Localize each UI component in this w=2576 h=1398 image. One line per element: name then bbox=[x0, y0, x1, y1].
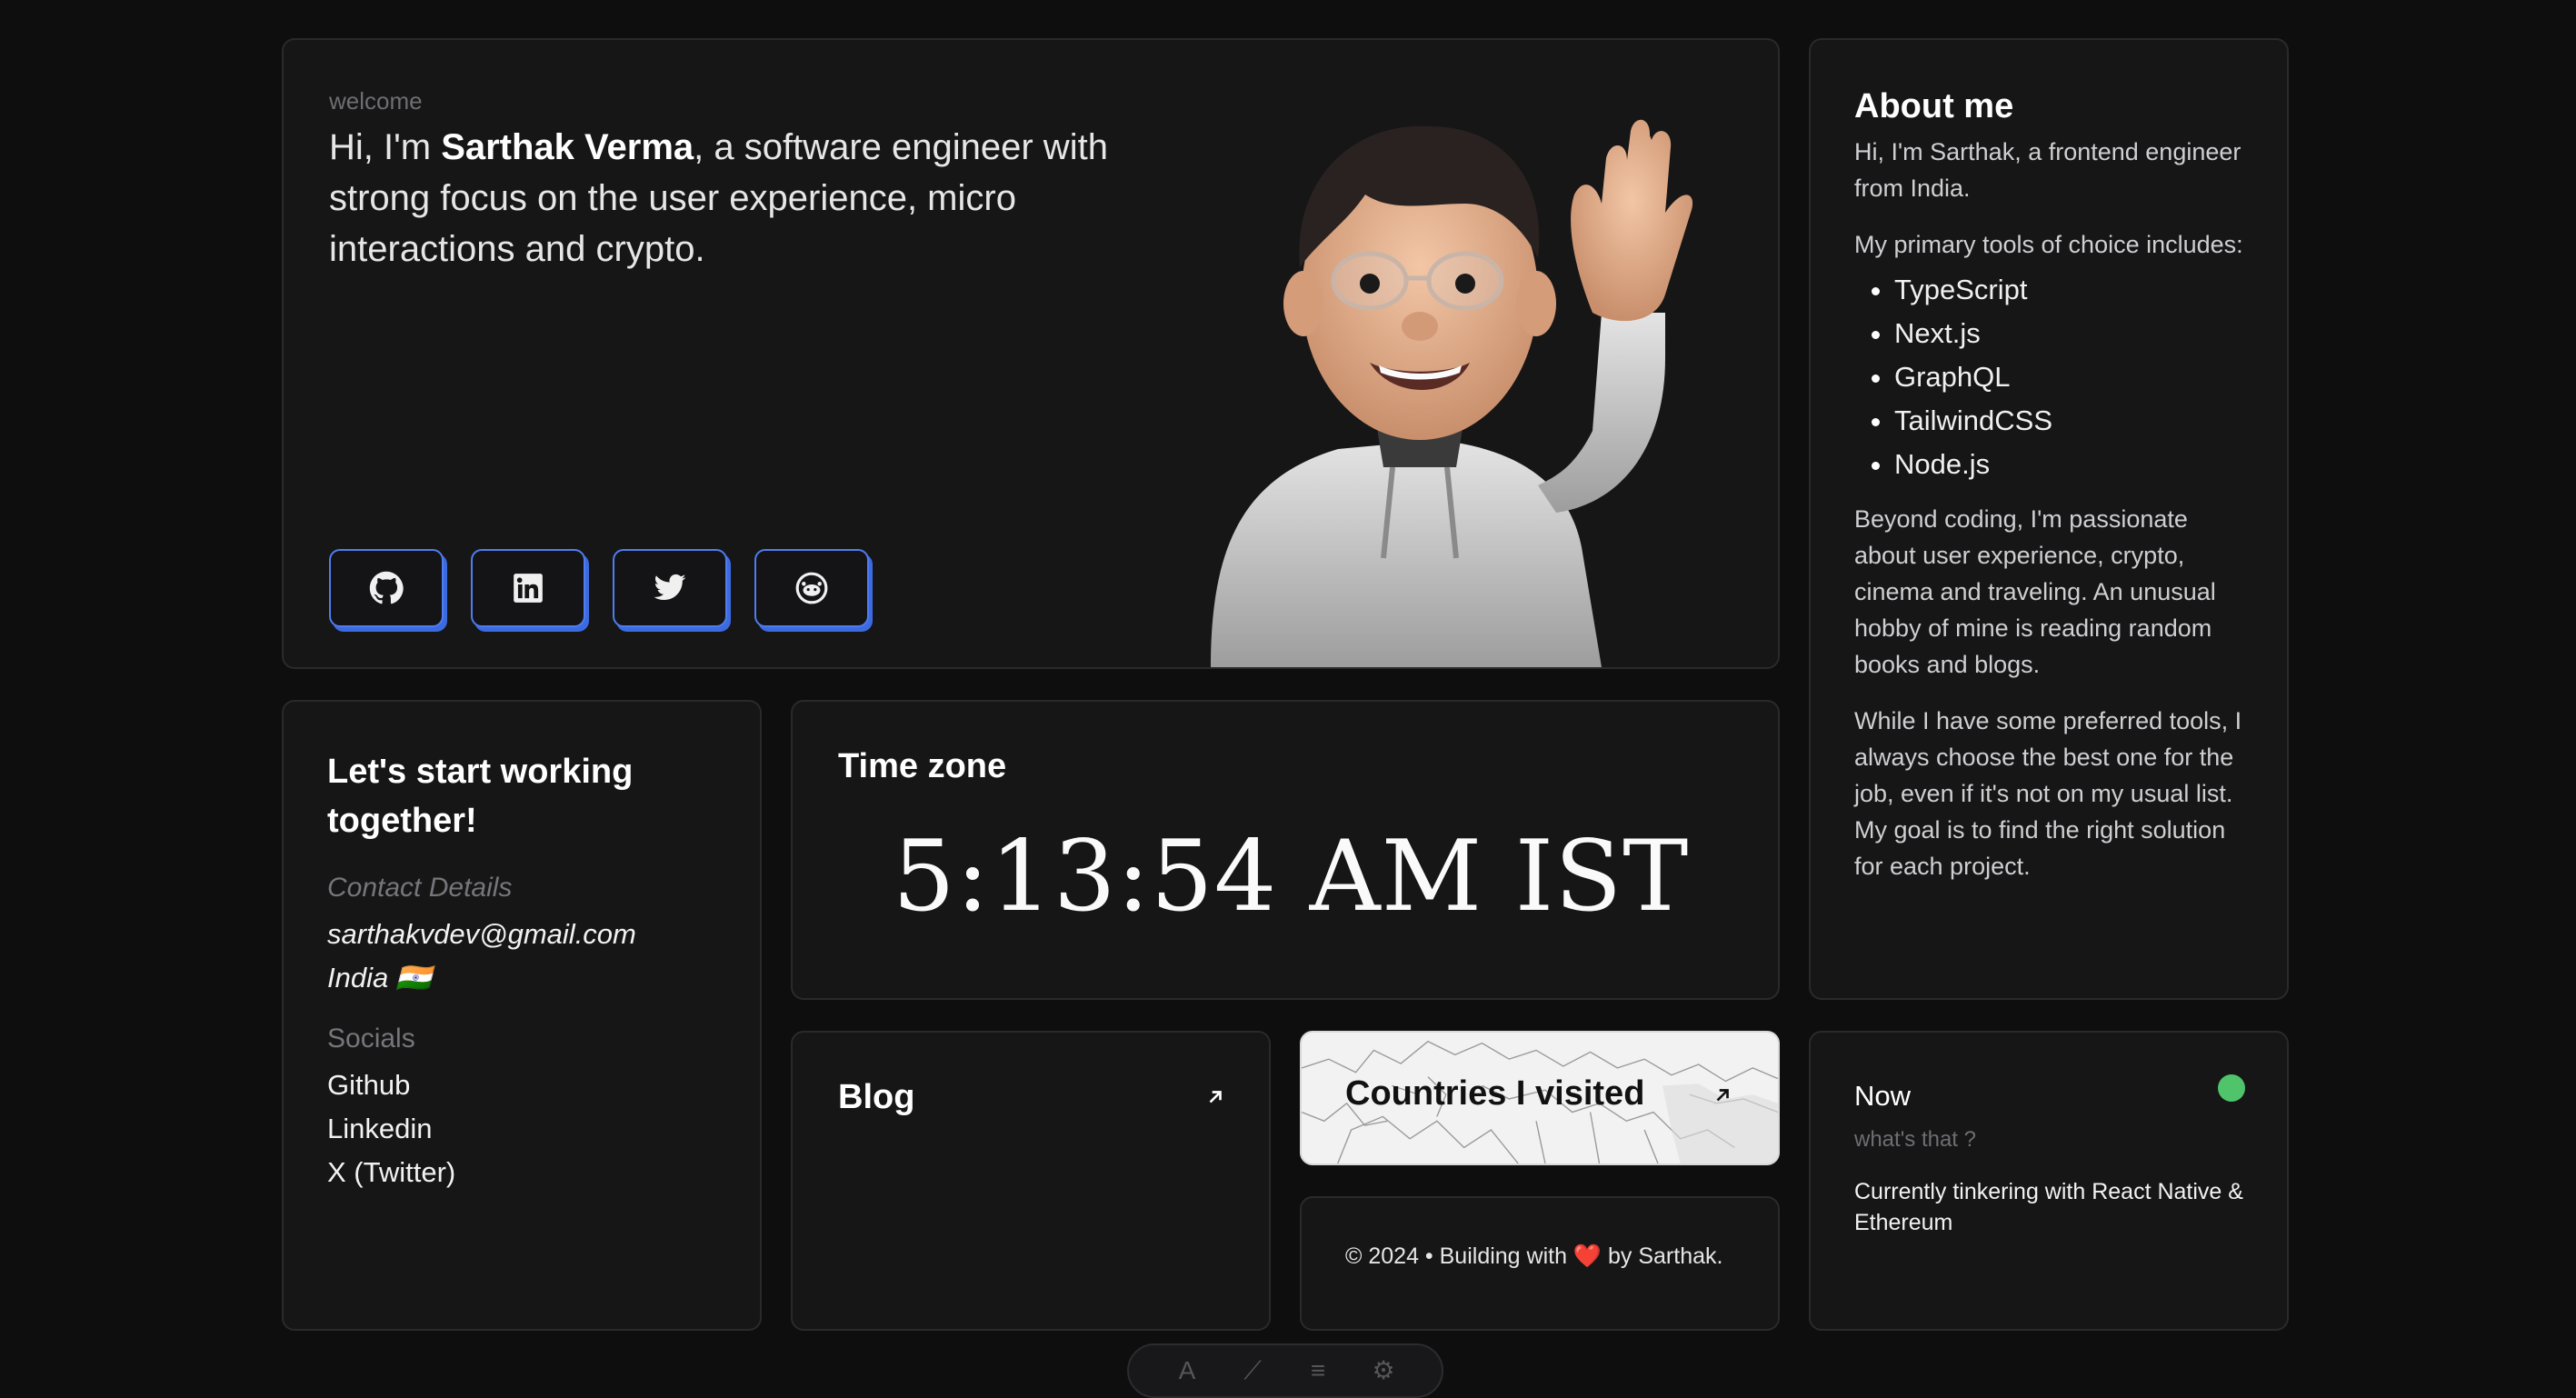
about-title: About me bbox=[1854, 87, 2014, 125]
socials-label: Socials bbox=[327, 1024, 415, 1053]
welcome-label: welcome bbox=[329, 87, 423, 115]
country-text: India 🇮🇳 bbox=[327, 962, 432, 994]
list-item: TypeScript bbox=[1894, 268, 2243, 312]
linkedin-button[interactable] bbox=[471, 549, 585, 627]
now-title: Now bbox=[1854, 1080, 1912, 1112]
about-paragraph: While I have some preferred tools, I alw… bbox=[1854, 707, 2242, 880]
footer-text: © 2024 • Building with ❤️ by Sarthak. bbox=[1345, 1243, 1723, 1269]
about-paragraph: My primary tools of choice includes: bbox=[1854, 231, 2243, 258]
arrow-up-right-icon bbox=[1716, 1089, 1729, 1102]
reddit-icon bbox=[795, 572, 828, 604]
list-item: Next.js bbox=[1894, 312, 2243, 355]
twitter-icon bbox=[654, 574, 686, 600]
blog-card[interactable]: Blog bbox=[791, 1031, 1271, 1331]
footer-card: © 2024 • Building with ❤️ by Sarthak. bbox=[1300, 1196, 1780, 1331]
github-button[interactable] bbox=[329, 549, 444, 627]
bottom-dock: A ⟋ ≡ ⚙ bbox=[1127, 1343, 1443, 1398]
contact-title: Let's start working together! bbox=[327, 753, 634, 840]
intro-text: Hi, I'm Sarthak Verma, a software engine… bbox=[329, 127, 1108, 269]
github-link[interactable]: Github bbox=[327, 1063, 716, 1107]
linkedin-link[interactable]: Linkedin bbox=[327, 1107, 716, 1151]
list-item: Node.js bbox=[1894, 443, 2243, 486]
now-subtitle: what's that ? bbox=[1854, 1127, 1976, 1152]
about-paragraph: Hi, I'm Sarthak, a frontend engineer fro… bbox=[1854, 138, 2242, 202]
now-card: Now what's that ? Currently tinkering wi… bbox=[1809, 1031, 2289, 1331]
about-card: About me Hi, I'm Sarthak, a frontend eng… bbox=[1809, 38, 2289, 1000]
arrow-up-right-icon bbox=[1209, 1091, 1222, 1103]
countries-title: Countries I visited bbox=[1345, 1074, 1645, 1113]
clock-display: 5:13:54 AM IST bbox=[893, 820, 1690, 934]
github-icon bbox=[369, 571, 404, 604]
linkedin-icon bbox=[514, 574, 543, 603]
blog-title: Blog bbox=[838, 1078, 915, 1116]
gear-icon[interactable]: ⚙ bbox=[1370, 1358, 1397, 1383]
twitter-button[interactable] bbox=[613, 549, 727, 627]
social-buttons bbox=[329, 549, 869, 627]
timezone-card: Time zone 5:13:54 AM IST bbox=[791, 700, 1780, 1000]
author-name: Sarthak Verma bbox=[441, 127, 694, 167]
list-item: GraphQL bbox=[1894, 355, 2243, 399]
menu-icon[interactable]: ≡ bbox=[1304, 1358, 1332, 1383]
timezone-title: Time zone bbox=[838, 747, 1007, 785]
list-item: TailwindCSS bbox=[1894, 399, 2243, 443]
twitter-link[interactable]: X (Twitter) bbox=[327, 1151, 716, 1194]
hero-card: welcome Hi, I'm Sarthak Verma, a softwar… bbox=[282, 38, 1780, 669]
email-link[interactable]: sarthakvdev@gmail.com bbox=[327, 913, 716, 956]
memoji-avatar-image bbox=[1211, 119, 1693, 667]
status-dot bbox=[2218, 1074, 2245, 1102]
contact-card: Let's start working together! Contact De… bbox=[282, 700, 762, 1331]
now-text: Currently tinkering with React Native & … bbox=[1854, 1179, 2243, 1235]
tools-list: TypeScript Next.js GraphQL TailwindCSS N… bbox=[1854, 268, 2243, 486]
font-icon[interactable]: A bbox=[1173, 1358, 1201, 1383]
countries-card[interactable]: Countries I visited bbox=[1300, 1031, 1780, 1165]
contact-details-label: Contact Details bbox=[327, 873, 513, 903]
about-paragraph: Beyond coding, I'm passionate about user… bbox=[1854, 505, 2216, 678]
antenna-icon[interactable]: ⟋ bbox=[1239, 1358, 1266, 1383]
reddit-button[interactable] bbox=[754, 549, 869, 627]
